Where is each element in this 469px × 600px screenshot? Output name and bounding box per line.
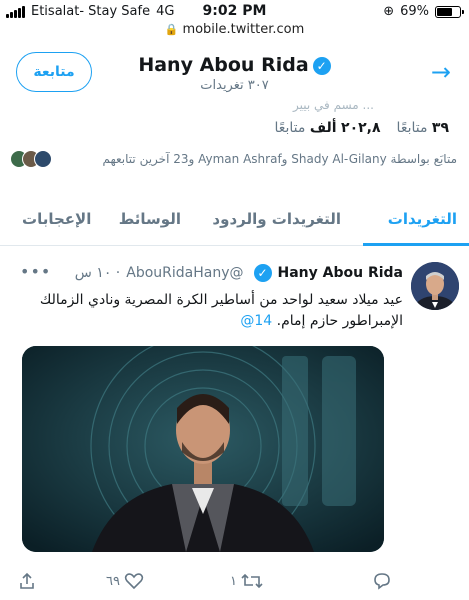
tweet[interactable]: Hany Abou Rida ✓ @AbouRidaHany · ١٠ س ••… (0, 256, 469, 600)
following-count: ٣٩ (431, 120, 449, 136)
status-right: ⊕ 69% (383, 4, 464, 19)
profile-name-text: Hany Abou Rida (138, 54, 309, 76)
followers-stat[interactable]: ٢٠٢,٨ ألف متابعًا (275, 120, 381, 136)
verified-badge-icon: ✓ (253, 264, 272, 282)
followers-count: ٢٠٢,٨ (341, 120, 381, 136)
tweet-header: Hany Abou Rida ✓ @AbouRidaHany · ١٠ س (75, 264, 403, 282)
tweet-text: عيد ميلاد سعيد لواحد من أساطير الكرة الم… (20, 290, 403, 332)
profile-name: Hany Abou Rida ✓ (0, 54, 469, 76)
avatar[interactable] (411, 262, 459, 310)
tweet-photo (22, 346, 384, 552)
retweet-icon (241, 573, 263, 589)
more-options-icon[interactable]: ••• (20, 262, 51, 281)
profile-tabs: التغريدات التغريدات والردود الوسائط الإع… (0, 200, 469, 246)
tweet-timestamp[interactable]: · ١٠ س (75, 265, 121, 281)
arrow-right-icon[interactable]: → (431, 58, 451, 86)
reply-icon (374, 573, 390, 590)
reply-button[interactable] (368, 572, 392, 590)
tweet-actions: ٦٩ ١ (0, 566, 469, 596)
avatar-portrait (411, 262, 459, 310)
share-icon[interactable] (18, 572, 36, 590)
profile-header: متابعة Hany Abou Rida ✓ ٣٠٧ تغريدات → (0, 44, 469, 104)
following-stat[interactable]: ٣٩ متابعًا (397, 120, 449, 136)
url-text: mobile.twitter.com (182, 22, 305, 37)
battery-fill (437, 7, 453, 16)
tweet-image[interactable] (22, 346, 384, 552)
tweet-mention[interactable]: 14@ (240, 313, 272, 329)
like-button[interactable]: ٦٩ (106, 572, 144, 590)
partial-bio: مسم في بيير ... (293, 98, 374, 112)
battery-percent: 69% (400, 4, 429, 19)
tweet-author-name[interactable]: Hany Abou Rida (278, 265, 404, 281)
tweet-count: ٣٠٧ تغريدات (200, 78, 269, 93)
heart-icon (124, 573, 144, 590)
followed-by-text[interactable]: متابَع بواسطة Shady Al-Gilany وAyman Ash… (42, 152, 457, 166)
retweet-count: ١ (230, 573, 237, 589)
follow-stats: ٣٩ متابعًا ٢٠٢,٨ ألف متابعًا (275, 120, 450, 136)
tweet-body: عيد ميلاد سعيد لواحد من أساطير الكرة الم… (39, 292, 403, 329)
followers-label: متابعًا (274, 120, 306, 136)
tab-likes[interactable]: الإعجابات (22, 210, 91, 228)
lock-icon: 🔒 (164, 23, 179, 36)
retweet-button[interactable]: ١ (230, 572, 263, 590)
like-count: ٦٩ (106, 573, 120, 589)
followers-unit: ألف (309, 120, 337, 136)
tweet-author-handle[interactable]: @AbouRidaHany (126, 265, 243, 281)
url-bar[interactable]: 🔒 mobile.twitter.com (0, 22, 469, 42)
orientation-lock-icon: ⊕ (383, 4, 395, 19)
following-label: متابعًا (396, 120, 428, 136)
verified-badge-icon: ✓ (312, 56, 331, 75)
status-bar: Etisalat- Stay Safe 4G 9:02 PM ⊕ 69% (0, 0, 469, 22)
active-tab-indicator (363, 243, 469, 246)
tab-tweets[interactable]: التغريدات (388, 210, 457, 228)
tab-tweets-replies[interactable]: التغريدات والردود (212, 210, 341, 228)
battery-icon (435, 5, 464, 18)
tweet-time-text: ١٠ س (74, 265, 112, 281)
tab-media[interactable]: الوسائط (119, 210, 181, 228)
